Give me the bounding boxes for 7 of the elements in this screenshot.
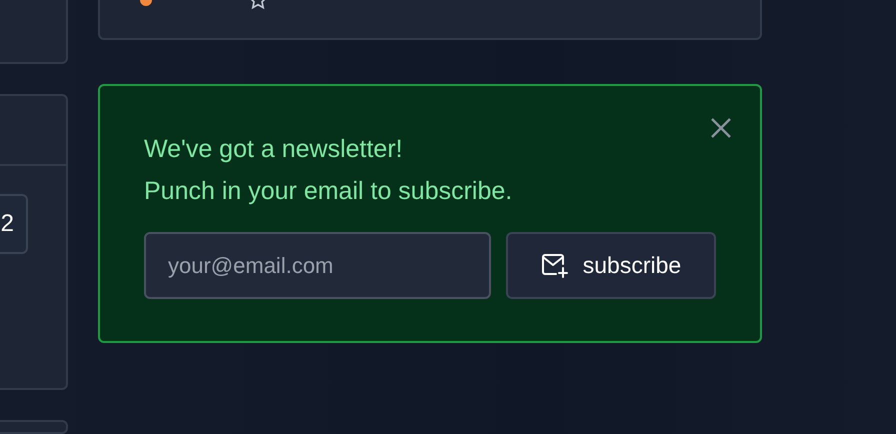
page-button[interactable]: 2 <box>0 194 28 254</box>
subscribe-button[interactable]: subscribe <box>506 232 716 299</box>
newsletter-text: Punch in your email to subscribe. <box>144 176 514 207</box>
close-button[interactable] <box>710 117 732 139</box>
newsletter-text: We've got a newsletter! <box>144 134 404 165</box>
mail-plus-icon <box>540 252 569 278</box>
email-field[interactable]: your@email.com <box>144 232 491 299</box>
